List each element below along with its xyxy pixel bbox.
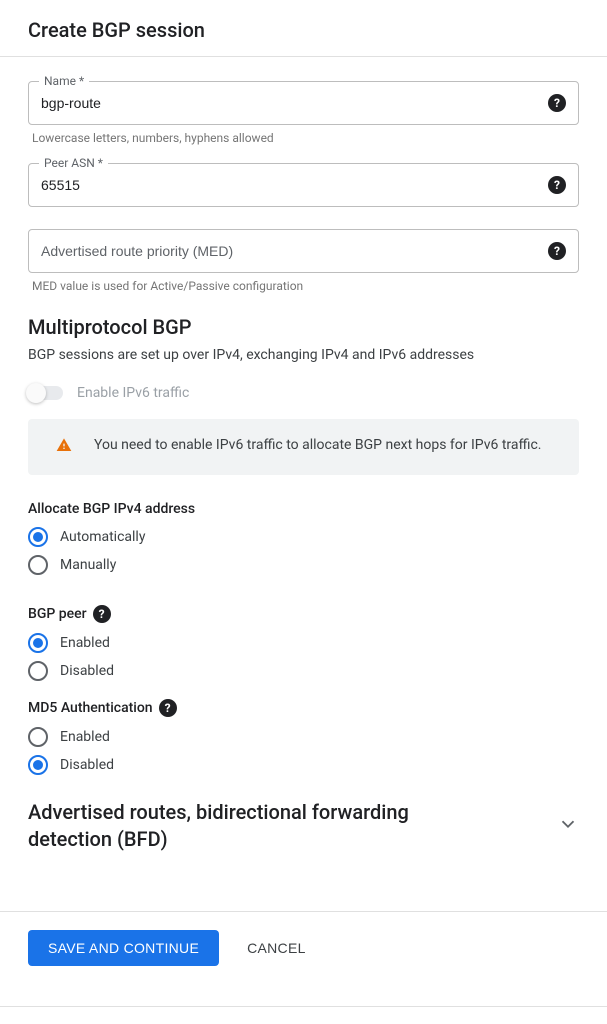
page-header: Create BGP session — [0, 0, 607, 57]
save-and-continue-button[interactable]: SAVE AND CONTINUE — [28, 930, 219, 966]
help-icon[interactable]: ? — [548, 176, 566, 194]
name-input[interactable] — [41, 95, 534, 111]
expander-title: Advertised routes, bidirectional forward… — [28, 799, 458, 853]
page-title: Create BGP session — [28, 18, 579, 42]
bgp-peer-group: BGP peer ? Enabled Disabled — [28, 605, 579, 681]
name-outline[interactable]: Name * ? — [28, 81, 579, 125]
med-input[interactable] — [41, 243, 534, 259]
radio-checked-icon — [28, 527, 48, 547]
radio-unchecked-icon — [28, 727, 48, 747]
radio-unchecked-icon — [28, 555, 48, 575]
chevron-down-icon — [557, 813, 579, 839]
advertised-routes-expander[interactable]: Advertised routes, bidirectional forward… — [28, 793, 579, 871]
multiprotocol-title: Multiprotocol BGP — [28, 315, 579, 339]
allocate-group: Allocate BGP IPv4 address Automatically … — [28, 501, 579, 575]
ipv6-toggle-row: Enable IPv6 traffic — [28, 385, 579, 401]
asn-field: Peer ASN * ? — [28, 163, 579, 207]
bgp-peer-disabled-row[interactable]: Disabled — [28, 661, 579, 681]
ipv6-toggle[interactable] — [28, 386, 63, 400]
allocate-manual-label: Manually — [60, 557, 116, 573]
md5-enabled-row[interactable]: Enabled — [28, 727, 579, 747]
name-field: Name * ? — [28, 81, 579, 125]
help-icon[interactable]: ? — [548, 94, 566, 112]
help-icon[interactable]: ? — [93, 605, 111, 623]
radio-unchecked-icon — [28, 661, 48, 681]
med-outline[interactable]: ? — [28, 229, 579, 273]
md5-label: MD5 Authentication ? — [28, 699, 579, 717]
bgp-peer-enabled-row[interactable]: Enabled — [28, 633, 579, 653]
allocate-auto-label: Automatically — [60, 529, 145, 545]
multiprotocol-desc: BGP sessions are set up over IPv4, excha… — [28, 347, 579, 363]
cancel-button[interactable]: CANCEL — [247, 940, 306, 956]
warning-icon — [56, 437, 72, 459]
asn-label: Peer ASN * — [39, 156, 108, 170]
asn-input[interactable] — [41, 177, 534, 193]
help-icon[interactable]: ? — [159, 699, 177, 717]
bgp-peer-disabled-label: Disabled — [60, 663, 114, 679]
alert-text: You need to enable IPv6 traffic to alloc… — [94, 435, 541, 456]
bgp-peer-enabled-label: Enabled — [60, 635, 110, 651]
ipv6-toggle-label: Enable IPv6 traffic — [77, 385, 189, 401]
radio-checked-icon — [28, 633, 48, 653]
bgp-peer-label: BGP peer ? — [28, 605, 579, 623]
divider — [0, 1006, 607, 1007]
allocate-label: Allocate BGP IPv4 address — [28, 501, 579, 517]
help-icon[interactable]: ? — [548, 242, 566, 260]
asn-outline[interactable]: Peer ASN * ? — [28, 163, 579, 207]
md5-enabled-label: Enabled — [60, 729, 110, 745]
toggle-knob — [26, 383, 46, 403]
md5-group: MD5 Authentication ? Enabled Disabled — [28, 699, 579, 775]
footer: SAVE AND CONTINUE CANCEL — [0, 911, 607, 1006]
name-label: Name * — [39, 74, 89, 88]
bgp-peer-label-text: BGP peer — [28, 606, 87, 622]
md5-disabled-label: Disabled — [60, 757, 114, 773]
radio-checked-icon — [28, 755, 48, 775]
md5-label-text: MD5 Authentication — [28, 700, 153, 716]
md5-disabled-row[interactable]: Disabled — [28, 755, 579, 775]
med-helper: MED value is used for Active/Passive con… — [32, 279, 579, 293]
allocate-auto-row[interactable]: Automatically — [28, 527, 579, 547]
med-field: ? — [28, 229, 579, 273]
ipv6-alert: You need to enable IPv6 traffic to alloc… — [28, 419, 579, 475]
name-helper: Lowercase letters, numbers, hyphens allo… — [32, 131, 579, 145]
allocate-manual-row[interactable]: Manually — [28, 555, 579, 575]
form-body: Name * ? Lowercase letters, numbers, hyp… — [0, 57, 607, 881]
